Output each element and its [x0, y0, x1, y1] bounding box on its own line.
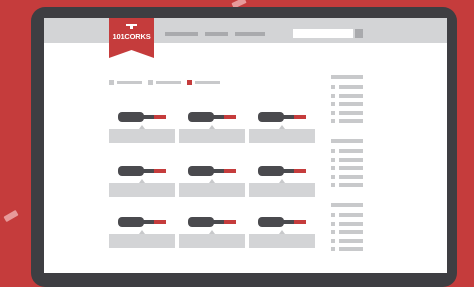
sidebar-option-label: [339, 174, 363, 179]
filter-label: [117, 81, 142, 84]
filter-checkbox[interactable]: [148, 80, 153, 85]
sidebar-heading: [331, 203, 363, 207]
sidebar-checkbox[interactable]: [331, 247, 335, 251]
sidebar-checkbox[interactable]: [331, 102, 335, 106]
sidebar-checkbox[interactable]: [331, 230, 335, 234]
filter-checkbox[interactable]: [187, 80, 192, 85]
sidebar-option-label: [339, 230, 363, 234]
nav-item-3[interactable]: [235, 32, 265, 36]
wine-bottle-icon: [188, 217, 236, 227]
sidebar-checkbox[interactable]: [331, 119, 335, 123]
search-icon[interactable]: [355, 29, 363, 38]
sidebar-option-label: [339, 149, 363, 153]
sidebar-option-label: [339, 110, 363, 115]
sidebar-checkbox[interactable]: [331, 85, 335, 89]
background-dash: [3, 209, 19, 223]
filter-checkbox[interactable]: [109, 80, 114, 85]
product-info[interactable]: [179, 183, 245, 197]
website-screen: 101CORKS: [44, 18, 447, 273]
sidebar-heading: [331, 75, 363, 79]
sidebar-option-label: [339, 183, 363, 187]
wine-bottle-icon: [188, 112, 236, 122]
sidebar-option-label: [339, 85, 363, 89]
sidebar-option-label: [339, 213, 363, 217]
product-card[interactable]: [109, 159, 175, 207]
sidebar-option-label: [339, 102, 363, 106]
site-header: [44, 18, 447, 43]
sidebar-checkbox[interactable]: [331, 157, 335, 162]
wine-bottle-icon: [258, 217, 306, 227]
nav-item-2[interactable]: [205, 32, 228, 36]
product-card[interactable]: [179, 105, 245, 153]
nav-item-1[interactable]: [165, 32, 198, 36]
filter-label: [195, 81, 220, 84]
product-card[interactable]: [109, 105, 175, 153]
product-card[interactable]: [249, 210, 315, 258]
sidebar-option-label: [339, 247, 363, 251]
sidebar-option-label: [339, 119, 363, 123]
product-info[interactable]: [109, 129, 175, 143]
product-info[interactable]: [249, 183, 315, 197]
filter-label: [156, 81, 181, 84]
sidebar-checkbox[interactable]: [331, 166, 335, 170]
logo-text: 101CORKS: [112, 32, 151, 41]
product-info[interactable]: [249, 129, 315, 143]
product-info[interactable]: [109, 183, 175, 197]
sidebar-heading: [331, 139, 363, 143]
wine-bottle-icon: [118, 217, 166, 227]
sidebar-option-label: [339, 221, 363, 226]
product-info[interactable]: [109, 234, 175, 248]
sidebar-option-label: [339, 166, 363, 170]
sidebar-option-label: [339, 157, 363, 162]
product-card[interactable]: [249, 159, 315, 207]
sidebar-checkbox[interactable]: [331, 110, 335, 115]
wine-bottle-icon: [188, 166, 236, 176]
sidebar-checkbox[interactable]: [331, 149, 335, 153]
product-card[interactable]: [179, 210, 245, 258]
product-info[interactable]: [249, 234, 315, 248]
wine-bottle-icon: [118, 112, 166, 122]
sidebar-checkbox[interactable]: [331, 238, 335, 243]
sidebar-checkbox[interactable]: [331, 213, 335, 217]
sidebar-checkbox[interactable]: [331, 93, 335, 98]
sidebar-checkbox[interactable]: [331, 183, 335, 187]
wine-bottle-icon: [258, 112, 306, 122]
wine-bottle-icon: [118, 166, 166, 176]
site-logo[interactable]: 101CORKS: [109, 18, 154, 58]
product-card[interactable]: [179, 159, 245, 207]
sidebar-option-label: [339, 93, 363, 98]
search-input[interactable]: [293, 29, 353, 38]
sidebar-checkbox[interactable]: [331, 174, 335, 179]
sidebar-option-label: [339, 238, 363, 243]
product-card[interactable]: [249, 105, 315, 153]
sidebar-checkbox[interactable]: [331, 221, 335, 226]
product-info[interactable]: [179, 234, 245, 248]
product-info[interactable]: [179, 129, 245, 143]
wine-bottle-icon: [258, 166, 306, 176]
product-card[interactable]: [109, 210, 175, 258]
